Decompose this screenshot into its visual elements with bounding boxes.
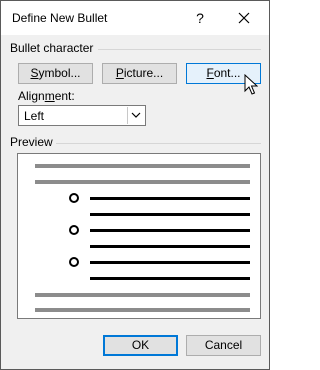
preview-line (90, 213, 250, 216)
ok-button[interactable]: OK (103, 335, 178, 356)
bullet-character-group-label: Bullet character (10, 41, 94, 55)
title-bar: Define New Bullet ? (1, 1, 269, 35)
mouse-pointer-icon (244, 74, 258, 95)
group-divider (98, 49, 261, 50)
bullet-symbol (69, 193, 79, 203)
symbol-button[interactable]: Symbol... (18, 63, 93, 84)
cancel-label: Cancel (204, 338, 243, 352)
preview-line (90, 261, 250, 264)
alignment-label-before: Align (18, 89, 45, 103)
dropdown-arrow[interactable] (127, 107, 144, 124)
alignment-label-after: ent: (54, 89, 75, 103)
close-button[interactable] (229, 5, 259, 31)
preview-line (35, 293, 250, 297)
preview-line (35, 308, 250, 312)
preview-line (90, 277, 250, 280)
font-label: ont... (213, 66, 241, 80)
preview-line (90, 197, 250, 200)
alignment-dropdown[interactable]: Left (18, 105, 146, 126)
preview-line (90, 229, 250, 232)
preview-line (90, 245, 250, 248)
define-new-bullet-dialog: Define New Bullet ? Bullet character Sym… (0, 0, 270, 370)
chevron-down-icon (131, 112, 141, 118)
bullet-preview (17, 153, 261, 319)
bullet-symbol (69, 225, 79, 235)
picture-button[interactable]: Picture... (102, 63, 177, 84)
help-button[interactable]: ? (186, 5, 214, 31)
symbol-label: ymbol... (38, 66, 81, 80)
preview-group-label: Preview (10, 135, 53, 149)
alignment-value: Left (24, 109, 45, 123)
dialog-title: Define New Bullet (12, 11, 108, 25)
font-mnemonic: F (206, 66, 214, 80)
ok-label: OK (131, 338, 150, 352)
bullet-symbol (69, 257, 79, 267)
alignment-label: Alignment: (18, 89, 75, 103)
cancel-button[interactable]: Cancel (186, 335, 261, 356)
group-divider (56, 143, 261, 144)
alignment-mnemonic: m (44, 89, 55, 103)
help-icon: ? (196, 10, 204, 26)
preview-line (35, 164, 250, 168)
picture-label: icture... (123, 66, 164, 80)
symbol-mnemonic: S (30, 66, 39, 80)
close-icon (238, 12, 250, 24)
picture-mnemonic: P (115, 66, 124, 80)
preview-line (35, 180, 250, 184)
